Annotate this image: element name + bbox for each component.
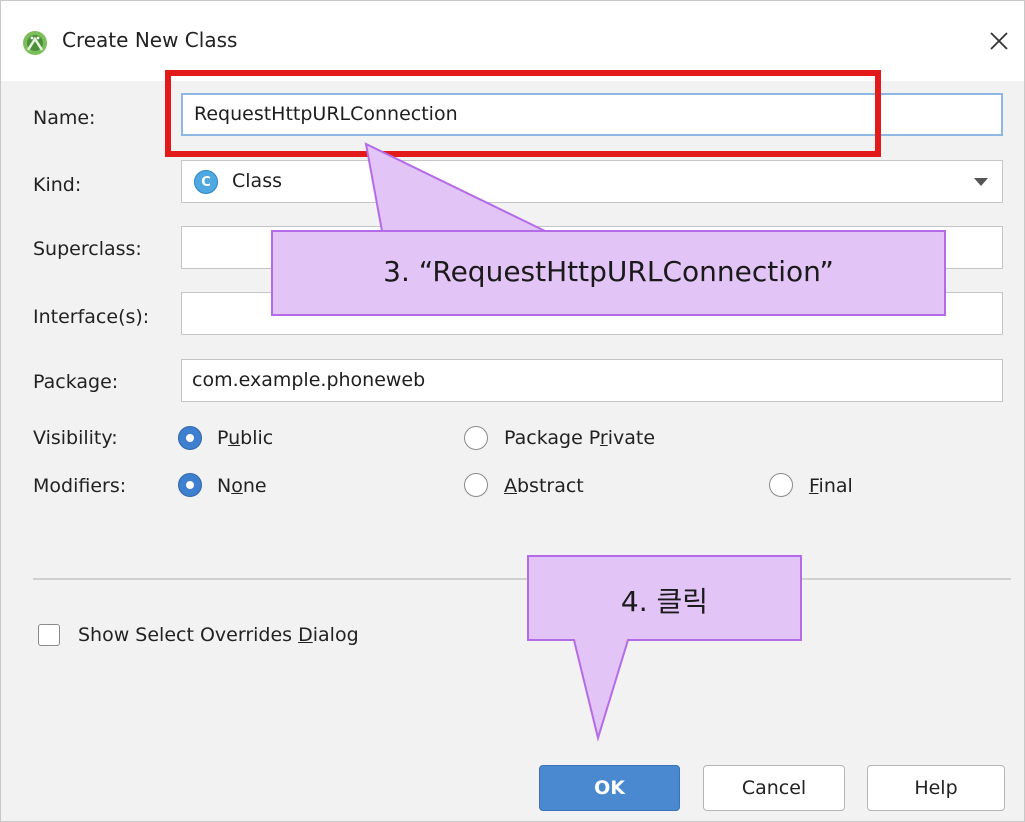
step3-callout-text: 3. “RequestHttpURLConnection” <box>383 255 834 288</box>
callout-shapes <box>271 142 946 742</box>
step4-callout-text: 4. 클릭 <box>620 585 709 618</box>
step3-callout-bubble <box>271 142 946 316</box>
